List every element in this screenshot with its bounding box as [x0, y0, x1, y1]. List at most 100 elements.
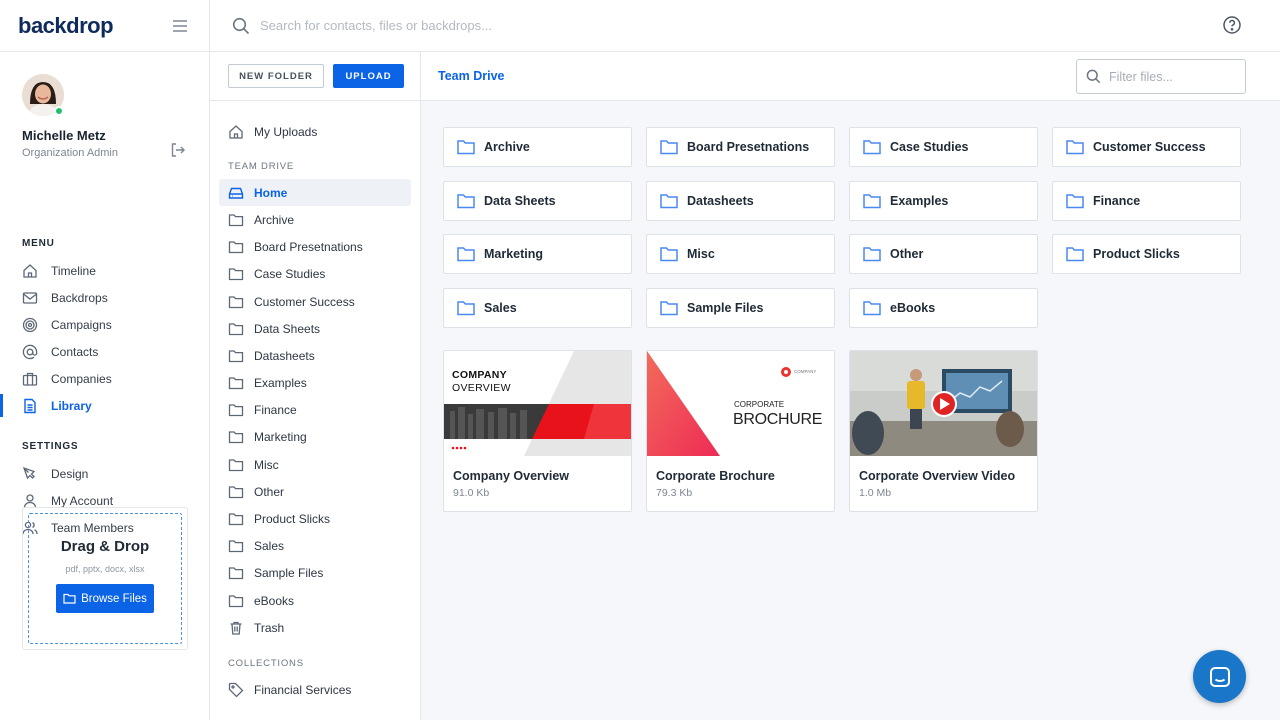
thumb-title-line2: OVERVIEW	[452, 382, 511, 394]
nav-item-campaigns[interactable]: Campaigns	[0, 311, 209, 338]
browse-files-button[interactable]: Browse Files	[56, 584, 154, 613]
folder-card-other[interactable]: Other	[849, 234, 1038, 274]
file-name: Corporate Brochure	[656, 469, 775, 483]
logout-icon[interactable]	[167, 139, 189, 161]
folder-card-customer-success[interactable]: Customer Success	[1052, 127, 1241, 167]
tree-item-customer-success[interactable]: Customer Success	[219, 288, 411, 315]
tree-item-sample-files[interactable]: Sample Files	[219, 560, 411, 587]
target-icon	[22, 317, 38, 333]
tree-item-other[interactable]: Other	[219, 478, 411, 505]
tree-item-my-uploads[interactable]: My Uploads	[219, 118, 411, 145]
nav-item-contacts[interactable]: Contacts	[0, 338, 209, 365]
nav-item-backdrops[interactable]: Backdrops	[0, 284, 209, 311]
folder-card-sample-files[interactable]: Sample Files	[646, 287, 835, 328]
tree-item-label: Archive	[254, 212, 295, 227]
upload-dropzone[interactable]: Drag & Drop pdf, pptx, docx, xlsx Browse…	[28, 513, 182, 644]
folder-icon	[1065, 244, 1085, 264]
folder-icon	[659, 191, 679, 211]
folder-card-finance[interactable]: Finance	[1052, 180, 1241, 221]
nav-label: Campaigns	[51, 317, 112, 332]
new-folder-button[interactable]: NEW FOLDER	[228, 64, 324, 88]
menu-icon[interactable]	[169, 15, 191, 37]
tree-item-ebooks[interactable]: eBooks	[219, 587, 411, 614]
nav-label: Timeline	[51, 263, 96, 278]
tree-item-datasheets[interactable]: Datasheets	[219, 342, 411, 369]
menu-section-label: MENU	[22, 238, 55, 249]
nav-item-design[interactable]: Design	[0, 460, 209, 487]
dropzone-formats: pdf, pptx, docx, xlsx	[65, 564, 145, 574]
folder-card-misc[interactable]: Misc	[646, 234, 835, 274]
sidebar: backdrop Michelle Metz Organization Admi…	[0, 0, 210, 720]
tree-item-sales[interactable]: Sales	[219, 533, 411, 560]
file-card-corporate-brochure[interactable]: COMPANY CORPORATE BROCHURE Corporate Bro…	[646, 350, 835, 512]
home-icon	[22, 263, 38, 279]
tree-item-data-sheets[interactable]: Data Sheets	[219, 315, 411, 342]
folder-card-label: Other	[890, 247, 924, 261]
folder-card-data-sheets[interactable]: Data Sheets	[443, 180, 632, 221]
folder-card-sales[interactable]: Sales	[443, 287, 632, 328]
folder-card-marketing[interactable]: Marketing	[443, 234, 632, 274]
folder-card-label: Product Slicks	[1093, 247, 1180, 261]
tree-item-archive[interactable]: Archive	[219, 206, 411, 233]
folder-icon	[228, 457, 244, 473]
nav-label: Library	[51, 398, 92, 413]
tree-item-product-slicks[interactable]: Product Slicks	[219, 505, 411, 532]
file-size: 79.3 Kb	[656, 487, 693, 499]
main-content: Team Drive Archive Board Presetnations Cas…	[421, 52, 1280, 720]
tree-item-examples[interactable]: Examples	[219, 370, 411, 397]
folder-icon	[456, 137, 476, 157]
folder-card-ebooks[interactable]: eBooks	[849, 287, 1038, 328]
avatar[interactable]	[22, 74, 64, 116]
nav-label: My Account	[51, 493, 114, 508]
folder-icon	[228, 294, 244, 310]
file-name: Corporate Overview Video	[859, 469, 1016, 483]
global-search-input[interactable]	[260, 18, 960, 33]
profile-role: Organization Admin	[22, 147, 118, 159]
tree-item-trash[interactable]: Trash	[219, 614, 411, 641]
tree-item-label: Sales	[254, 539, 285, 554]
folder-card-label: Data Sheets	[484, 193, 556, 208]
file-card-corporate-overview-video[interactable]: Corporate Overview Video 1.0 Mb	[849, 350, 1038, 512]
folder-card-archive[interactable]: Archive	[443, 127, 632, 167]
nav-label: Companies	[51, 371, 112, 386]
folder-card-case-studies[interactable]: Case Studies	[849, 127, 1038, 167]
chat-launcher-button[interactable]	[1193, 650, 1246, 703]
file-card-company-overview[interactable]: COMPANY OVERVIEW Company Overview 91.0 K…	[443, 350, 632, 512]
folder-card-datasheets[interactable]: Datasheets	[646, 180, 835, 221]
tree-item-marketing[interactable]: Marketing	[219, 424, 411, 451]
nav-item-companies[interactable]: Companies	[0, 365, 209, 392]
tree-item-board-presetnations[interactable]: Board Presetnations	[219, 234, 411, 261]
filter-files-input[interactable]	[1109, 69, 1239, 84]
breadcrumb[interactable]: Team Drive	[438, 69, 504, 83]
top-bar	[210, 0, 1280, 52]
main-header: Team Drive	[421, 52, 1280, 101]
tree-item-home[interactable]: Home	[219, 179, 411, 207]
tree-item-financial-services[interactable]: Financial Services	[219, 676, 411, 703]
folder-card-product-slicks[interactable]: Product Slicks	[1052, 234, 1241, 274]
file-thumbnail: COMPANY CORPORATE BROCHURE	[647, 351, 834, 456]
app-logo[interactable]: backdrop	[18, 13, 114, 39]
folder-icon	[228, 375, 244, 391]
thumb-title-line1: COMPANY	[452, 369, 507, 381]
upload-button[interactable]: UPLOAD	[333, 64, 404, 88]
folder-card-examples[interactable]: Examples	[849, 180, 1038, 221]
tree-item-misc[interactable]: Misc	[219, 451, 411, 478]
folder-icon	[659, 298, 679, 318]
tree-item-case-studies[interactable]: Case Studies	[219, 261, 411, 288]
filter-files-field[interactable]	[1076, 59, 1246, 94]
tree-item-finance[interactable]: Finance	[219, 397, 411, 424]
nav-item-library[interactable]: Library	[0, 392, 209, 419]
tree-item-label: Trash	[254, 620, 285, 635]
folder-card-board-presetnations[interactable]: Board Presetnations	[646, 127, 835, 167]
help-icon[interactable]	[1222, 15, 1242, 35]
folder-icon	[228, 402, 244, 418]
profile-name: Michelle Metz	[22, 128, 106, 143]
search-icon	[232, 17, 250, 35]
folder-icon	[228, 511, 244, 527]
settings-section-label: SETTINGS	[22, 441, 79, 452]
home-icon	[228, 124, 244, 140]
tree-item-label: Home	[254, 185, 288, 200]
nav-item-timeline[interactable]: Timeline	[0, 257, 209, 284]
tree-item-label: My Uploads	[254, 124, 318, 139]
folder-icon	[63, 593, 76, 604]
